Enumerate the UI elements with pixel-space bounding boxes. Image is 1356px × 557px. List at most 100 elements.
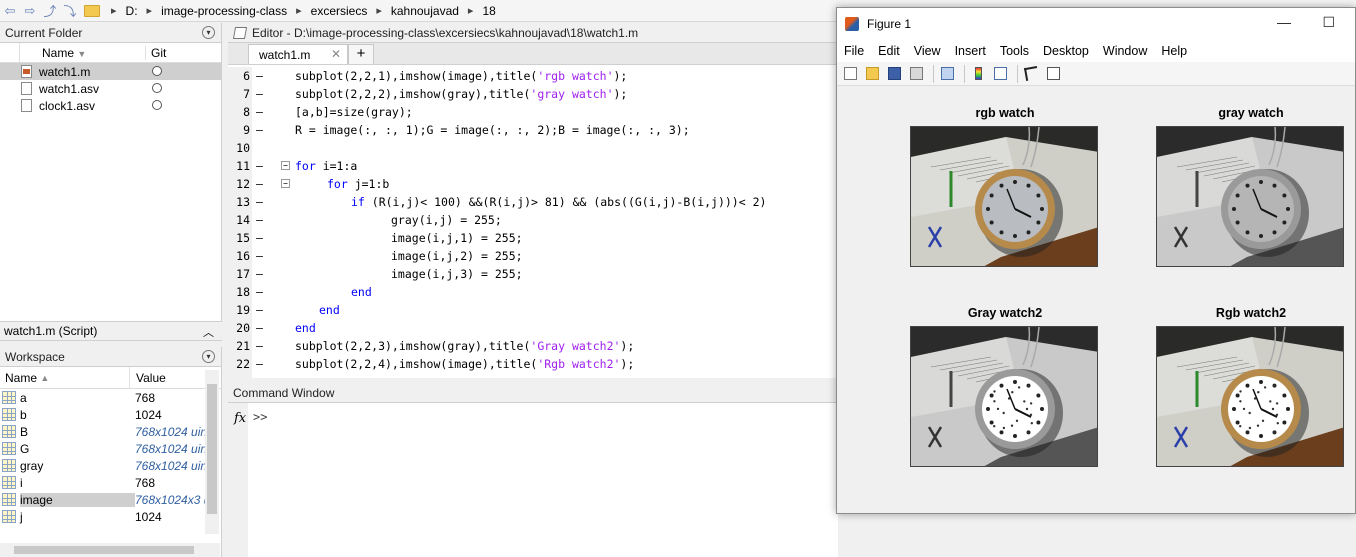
function-browser-icon[interactable]: fx <box>234 411 246 426</box>
code-line[interactable]: 6– subplot(2,2,1),imshow(image),title('rg… <box>228 67 838 85</box>
breadcrumb-item[interactable]: excersiecs <box>307 4 372 18</box>
new-figure-icon[interactable] <box>841 65 859 83</box>
print-icon[interactable] <box>907 65 925 83</box>
axes-image[interactable] <box>1156 326 1344 467</box>
file-list-item[interactable]: clock1.asv <box>0 97 221 114</box>
code-fold-icon[interactable]: − <box>281 179 290 188</box>
code-line[interactable]: 12– − for j=1:b <box>228 175 838 193</box>
code-line[interactable]: 20– end <box>228 319 838 337</box>
breadcrumb-item[interactable]: image-processing-class <box>157 4 291 18</box>
code-line[interactable]: 8– [a,b]=size(gray); <box>228 103 838 121</box>
breakpoint-dash[interactable]: – <box>256 229 263 247</box>
axes-image[interactable] <box>1156 126 1344 267</box>
panel-menu-icon[interactable]: ▾ <box>202 26 215 39</box>
variable-row[interactable]: B 768x1024 uint8 <box>0 423 221 440</box>
breakpoint-dash[interactable]: – <box>256 175 263 193</box>
code-line[interactable]: 13– if (R(i,j)< 100) &&(R(i,j)> 81) && (a… <box>228 193 838 211</box>
code-line[interactable]: 10 <box>228 139 838 157</box>
variable-row[interactable]: j 1024 <box>0 508 221 525</box>
name-column-header[interactable]: Name ▼ <box>20 45 146 60</box>
legend-icon[interactable] <box>991 65 1009 83</box>
name-column-header[interactable]: Name ▲ <box>0 367 130 388</box>
breakpoint-dash[interactable]: – <box>256 121 263 139</box>
new-tab-button[interactable]: + <box>348 44 374 64</box>
code-fold-icon[interactable]: − <box>281 161 290 170</box>
code-line[interactable]: 16– image(i,j,2) = 255; <box>228 247 838 265</box>
breakpoint-dash[interactable]: – <box>256 247 263 265</box>
breakpoint-dash[interactable]: – <box>256 301 263 319</box>
forward-icon[interactable]: ⇨ <box>20 1 40 21</box>
menu-help[interactable]: Help <box>1154 44 1194 58</box>
breakpoint-dash[interactable]: – <box>256 193 263 211</box>
git-column-header[interactable]: Git <box>146 46 166 60</box>
select-pointer-icon[interactable] <box>1022 65 1040 83</box>
breakpoint-dash[interactable]: – <box>256 337 263 355</box>
variable-row[interactable]: i 768 <box>0 474 221 491</box>
code-area[interactable]: 6– subplot(2,2,1),imshow(image),title('rg… <box>228 67 838 378</box>
open-file-icon[interactable] <box>863 65 881 83</box>
variable-icon <box>2 408 16 421</box>
breakpoint-dash[interactable]: – <box>256 157 263 175</box>
code-line[interactable]: 21– subplot(2,2,3),imshow(gray),title('Gr… <box>228 337 838 355</box>
save-icon[interactable] <box>885 65 903 83</box>
code-line[interactable]: 11– − for i=1:a <box>228 157 838 175</box>
link-plot-icon[interactable] <box>938 65 956 83</box>
command-window[interactable]: Command Window fx >> <box>228 383 838 557</box>
breadcrumb-item[interactable]: kahnoujavad <box>387 4 463 18</box>
variable-row[interactable]: image768x1024x3 uint8 <box>0 491 221 508</box>
breakpoint-dash[interactable]: – <box>256 355 263 373</box>
command-prompt[interactable]: >> <box>253 410 267 424</box>
code-line[interactable]: 18– end <box>228 283 838 301</box>
current-folder-title: Current Folder ▾ <box>0 23 221 43</box>
up-folder-icon[interactable]: ⤴ <box>40 1 60 21</box>
breakpoint-dash[interactable]: – <box>256 85 263 103</box>
menu-insert[interactable]: Insert <box>948 44 993 58</box>
menu-window[interactable]: Window <box>1096 44 1154 58</box>
horizontal-scrollbar[interactable] <box>0 543 220 557</box>
breakpoint-dash[interactable]: – <box>256 103 263 121</box>
menu-desktop[interactable]: Desktop <box>1036 44 1096 58</box>
file-icon <box>21 99 32 112</box>
minimize-icon[interactable]: — <box>1277 14 1291 30</box>
breakpoint-dash[interactable]: – <box>256 211 263 229</box>
breadcrumb-separator-icon: ▸ <box>376 5 382 17</box>
code-line[interactable]: 22– subplot(2,2,4),imshow(image),title('R… <box>228 355 838 373</box>
breakpoint-dash[interactable]: – <box>256 67 263 85</box>
file-list-item[interactable]: watch1.m <box>0 63 221 80</box>
close-icon[interactable]: ✕ <box>331 47 341 61</box>
colorbar-icon[interactable] <box>969 65 987 83</box>
menu-view[interactable]: View <box>907 44 948 58</box>
breadcrumb-item[interactable]: 18 <box>478 4 499 18</box>
code-line[interactable]: 17– image(i,j,3) = 255; <box>228 265 838 283</box>
axes-image[interactable] <box>910 326 1098 467</box>
axes-image[interactable] <box>910 126 1098 267</box>
variable-row[interactable]: a 768 <box>0 389 221 406</box>
code-line[interactable]: 19– end <box>228 301 838 319</box>
file-details-bar[interactable]: watch1.m (Script) ︿ <box>0 321 222 341</box>
vertical-scrollbar[interactable] <box>205 370 219 534</box>
value-column-header[interactable]: Value <box>130 371 166 385</box>
breakpoint-dash[interactable]: – <box>256 319 263 337</box>
chevron-up-icon[interactable]: ︿ <box>203 324 214 340</box>
variable-row[interactable]: G 768x1024 uint8 <box>0 440 221 457</box>
maximize-icon[interactable]: ☐ <box>1322 14 1335 31</box>
browse-folder-icon[interactable]: ⤵ <box>60 1 80 21</box>
file-list-item[interactable]: watch1.asv <box>0 80 221 97</box>
code-line[interactable]: 7– subplot(2,2,2),imshow(gray),title('gra… <box>228 85 838 103</box>
code-line[interactable]: 14– gray(i,j) = 255; <box>228 211 838 229</box>
variable-list: a768b1024B768x1024 uint8G768x1024 uint8g… <box>0 389 221 525</box>
menu-edit[interactable]: Edit <box>871 44 907 58</box>
breakpoint-dash[interactable]: – <box>256 283 263 301</box>
variable-row[interactable]: b 1024 <box>0 406 221 423</box>
menu-tools[interactable]: Tools <box>993 44 1036 58</box>
property-inspector-icon[interactable] <box>1044 65 1062 83</box>
variable-row[interactable]: gray 768x1024 uint8 <box>0 457 221 474</box>
menu-file[interactable]: File <box>837 44 871 58</box>
back-icon[interactable]: ⇦ <box>0 1 20 21</box>
breadcrumb-item[interactable]: D: <box>122 4 142 18</box>
code-line[interactable]: 9– R = image(:, :, 1);G = image(:, :, 2);… <box>228 121 838 139</box>
breakpoint-dash[interactable]: – <box>256 265 263 283</box>
panel-menu-icon[interactable]: ▾ <box>202 350 215 363</box>
tab-watch1[interactable]: watch1.m ✕ <box>248 44 348 64</box>
code-line[interactable]: 15– image(i,j,1) = 255; <box>228 229 838 247</box>
